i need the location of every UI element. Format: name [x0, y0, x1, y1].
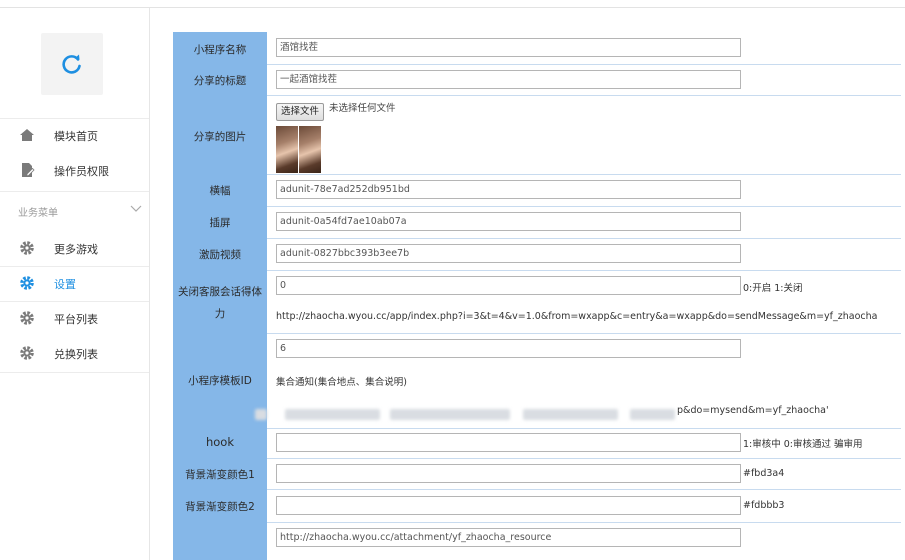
- sidebar-item-exchange-list[interactable]: 兑换列表: [0, 336, 149, 371]
- gear-icon: [19, 310, 35, 326]
- sidebar-group-label: 业务菜单: [18, 208, 58, 219]
- row-divider: [267, 64, 901, 65]
- row-divider: [267, 428, 901, 429]
- banner-input[interactable]: adunit-78e7ad252db951bd: [276, 180, 741, 199]
- row-divider: [267, 238, 901, 239]
- close-service-label: 关闭客服会话得体力: [178, 286, 262, 320]
- row-divider: [267, 95, 901, 96]
- close-service-hint: 0:开启 1:关闭: [743, 283, 803, 294]
- gear-icon: [19, 345, 35, 361]
- gear-icon: [19, 240, 35, 256]
- share-image-thumbnail: [299, 126, 321, 173]
- gear-icon: [19, 275, 35, 291]
- sidebar-item-label: 兑换列表: [54, 348, 98, 361]
- hook-hint: 1:审核中 0:审核通过 骗审用: [743, 439, 863, 450]
- bg-color2-hint: #fdbbb3: [743, 500, 785, 511]
- logo[interactable]: [41, 33, 103, 95]
- home-icon: [19, 127, 35, 143]
- bg-color2-input[interactable]: [276, 496, 741, 515]
- resource-url-input[interactable]: http://zhaocha.wyou.cc/attachment/yf_zha…: [276, 528, 741, 547]
- document-edit-icon: [19, 162, 35, 178]
- sidebar-item-settings[interactable]: 设置: [0, 266, 149, 301]
- sidebar-item-platform-list[interactable]: 平台列表: [0, 301, 149, 336]
- hook-input[interactable]: [276, 433, 741, 452]
- app-name-label: 小程序名称: [193, 44, 247, 56]
- bg-color1-hint: #fbd3a4: [743, 468, 785, 479]
- close-service-input[interactable]: 0: [276, 276, 741, 295]
- send-url-tail: p&do=mysend&m=yf_zhaocha': [677, 405, 829, 416]
- row-divider: [267, 206, 901, 207]
- send-message-url: http://zhaocha.wyou.cc/app/index.php?i=3…: [276, 311, 878, 322]
- row-divider: [267, 333, 901, 334]
- share-title-input[interactable]: 一起酒馆找茬: [276, 70, 741, 89]
- sidebar-item-label: 设置: [54, 278, 76, 291]
- sidebar-divider: [0, 372, 149, 373]
- row-divider: [267, 522, 901, 523]
- template-id-input[interactable]: 6: [276, 339, 741, 358]
- reward-video-label: 激励视频: [199, 249, 241, 261]
- bg-color2-label: 背景渐变颜色2: [185, 501, 255, 513]
- hook-label: hook: [205, 435, 235, 449]
- template-note: 集合通知(集合地点、集合说明): [276, 377, 407, 388]
- share-image-label: 分享的图片: [193, 131, 247, 143]
- sidebar: 模块首页 操作员权限 业务菜单 更多游戏 设置 平台列表 兑换列表: [0, 8, 150, 560]
- sidebar-item-label: 模块首页: [54, 130, 98, 143]
- interstitial-label: 插屏: [209, 217, 231, 229]
- sidebar-item-label: 更多游戏: [54, 243, 98, 256]
- sidebar-item-module-home[interactable]: 模块首页: [0, 118, 149, 153]
- row-divider: [267, 458, 901, 459]
- chevron-down-icon[interactable]: [130, 204, 142, 214]
- sidebar-item-operator-permissions[interactable]: 操作员权限: [0, 153, 149, 188]
- app-name-input[interactable]: 酒馆找茬: [276, 38, 741, 57]
- bg-color1-label: 背景渐变颜色1: [185, 469, 255, 481]
- sidebar-item-more-games[interactable]: 更多游戏: [0, 231, 149, 266]
- reward-video-input[interactable]: adunit-0827bbc393b3ee7b: [276, 244, 741, 263]
- row-divider: [267, 174, 901, 175]
- share-title-label: 分享的标题: [193, 75, 247, 87]
- choose-file-button[interactable]: 选择文件: [276, 103, 325, 121]
- sidebar-item-label: 操作员权限: [54, 165, 109, 178]
- bg-color1-input[interactable]: [276, 464, 741, 483]
- row-divider: [267, 270, 901, 271]
- file-status-text: 未选择任何文件: [329, 103, 396, 114]
- interstitial-input[interactable]: adunit-0a54fd7ae10ab07a: [276, 212, 741, 231]
- banner-label: 横幅: [209, 185, 231, 197]
- template-id-label: 小程序模板ID: [188, 375, 252, 387]
- refresh-icon: [62, 54, 81, 74]
- share-image-thumbnail: [276, 126, 298, 173]
- sidebar-divider: [0, 191, 149, 192]
- sidebar-item-label: 平台列表: [54, 313, 98, 326]
- row-divider: [267, 489, 901, 490]
